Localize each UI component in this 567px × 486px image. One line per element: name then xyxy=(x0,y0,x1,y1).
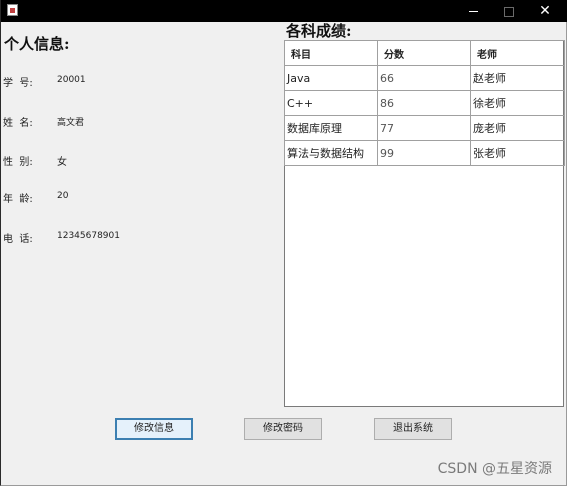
gender-label: 性 别: xyxy=(3,157,33,168)
change-password-button[interactable]: 修改密码 xyxy=(244,418,322,440)
column-header-teacher[interactable]: 老师 xyxy=(470,40,565,66)
maximize-icon xyxy=(504,6,514,17)
table-row[interactable]: Java 66 赵老师 xyxy=(284,65,565,91)
subject-cell: 算法与数据结构 xyxy=(284,140,378,166)
title-bar: ✕ xyxy=(1,0,567,22)
table-row[interactable]: 算法与数据结构 99 张老师 xyxy=(284,140,565,166)
age-value: 20 xyxy=(57,191,69,201)
close-button[interactable]: ✕ xyxy=(527,0,563,22)
personal-info-title: 个人信息: xyxy=(4,35,70,53)
teacher-cell: 张老师 xyxy=(470,140,565,166)
close-icon: ✕ xyxy=(539,3,551,19)
score-cell: 86 xyxy=(377,90,471,116)
phone-label: 电 话: xyxy=(3,234,33,245)
student-id-value: 20001 xyxy=(57,75,86,85)
score-cell: 66 xyxy=(377,65,471,91)
student-id-label: 学 号: xyxy=(3,78,33,89)
subject-cell: 数据库原理 xyxy=(284,115,378,141)
score-cell: 77 xyxy=(377,115,471,141)
app-icon xyxy=(7,4,18,16)
table-row[interactable]: 数据库原理 77 庞老师 xyxy=(284,115,565,141)
column-header-score[interactable]: 分数 xyxy=(377,40,471,66)
exit-system-button[interactable]: 退出系统 xyxy=(374,418,452,440)
gender-value: 女 xyxy=(57,157,67,168)
minimize-icon xyxy=(468,11,478,12)
minimize-button[interactable] xyxy=(455,0,491,22)
table-row[interactable]: C++ 86 徐老师 xyxy=(284,90,565,116)
teacher-cell: 赵老师 xyxy=(470,65,565,91)
score-cell: 99 xyxy=(377,140,471,166)
column-header-subject[interactable]: 科目 xyxy=(284,40,378,66)
teacher-cell: 徐老师 xyxy=(470,90,565,116)
subject-cell: C++ xyxy=(284,90,378,116)
teacher-cell: 庞老师 xyxy=(470,115,565,141)
edit-info-button[interactable]: 修改信息 xyxy=(115,418,193,440)
subject-cell: Java xyxy=(284,65,378,91)
age-label: 年 龄: xyxy=(3,194,33,205)
name-label: 姓 名: xyxy=(3,118,33,129)
phone-value: 12345678901 xyxy=(57,231,120,241)
table-header-row: 科目 分数 老师 xyxy=(284,40,565,66)
grades-table: 科目 分数 老师 Java 66 赵老师 C++ 86 徐老师 数据库原理 77… xyxy=(284,40,565,166)
grades-title: 各科成绩: xyxy=(286,22,352,40)
grades-table-panel: 科目 分数 老师 Java 66 赵老师 C++ 86 徐老师 数据库原理 77… xyxy=(284,40,565,407)
maximize-button[interactable] xyxy=(491,0,527,22)
watermark: CSDN @五星资源 xyxy=(437,461,552,477)
app-window: ✕ 个人信息: 学 号: 20001 姓 名: 高文君 性 别: 女 年 龄: … xyxy=(0,0,567,486)
name-value: 高文君 xyxy=(57,118,85,128)
